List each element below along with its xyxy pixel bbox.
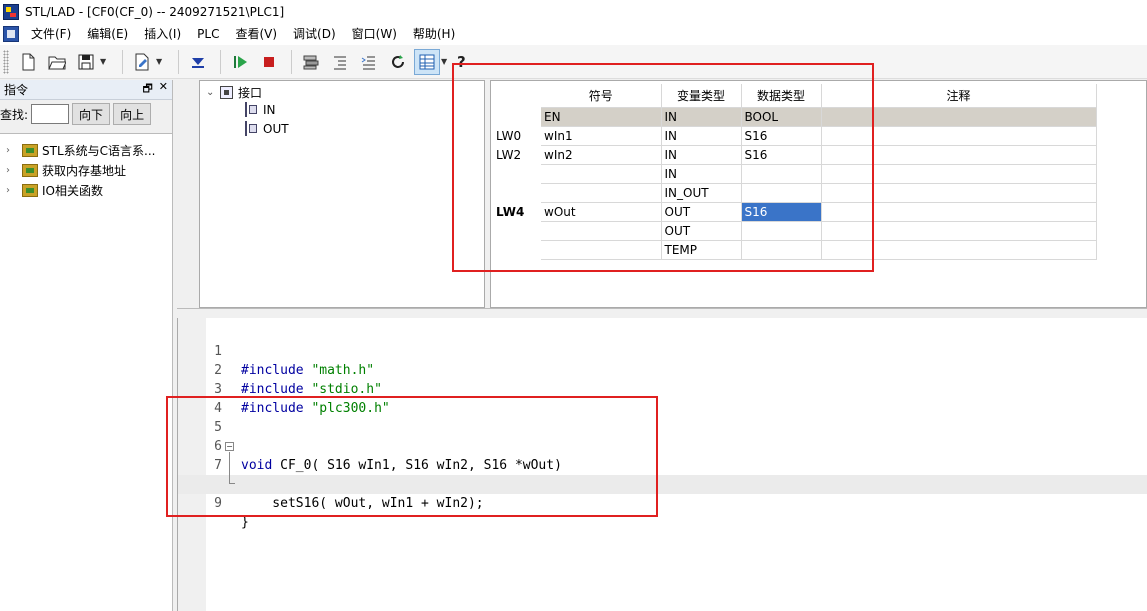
menu-edit[interactable]: 编辑(E) (79, 23, 136, 45)
new-file-button[interactable] (15, 49, 41, 75)
save-icon (78, 54, 94, 69)
outdent-button[interactable] (356, 49, 382, 75)
download-icon (192, 57, 204, 68)
close-icon[interactable]: ✕ (159, 80, 168, 99)
table-icon (419, 54, 435, 69)
format-code-icon (361, 56, 375, 69)
play-icon (234, 55, 247, 68)
chevron-down-icon[interactable]: ⌄ (206, 87, 220, 98)
interface-icon (220, 86, 233, 99)
menu-file[interactable]: 文件(F) (23, 23, 79, 45)
menu-plc[interactable]: PLC (189, 23, 227, 45)
menu-window[interactable]: 窗口(W) (344, 23, 405, 45)
annotation-box-interface (452, 63, 874, 272)
indent-button[interactable] (327, 49, 353, 75)
compile-button[interactable] (298, 49, 324, 75)
interface-out[interactable]: OUT (245, 121, 289, 136)
toolbar-grip[interactable] (3, 49, 9, 74)
toolbar-separator (122, 49, 123, 74)
indent-icon (334, 56, 346, 69)
toolbar-separator (291, 49, 292, 74)
panel-header-icons: 🗗 ✕ (142, 80, 168, 99)
chevron-right-icon[interactable]: › (6, 145, 18, 156)
folder-icon (22, 143, 38, 157)
window-title: STL/LAD - [CF0(CF_0) -- 2409271521\PLC1] (25, 4, 285, 19)
interface-table-button[interactable] (414, 48, 440, 75)
save-button[interactable] (73, 49, 99, 75)
menu-debug[interactable]: 调试(D) (285, 23, 344, 45)
save-dropdown-icon[interactable]: ▼ (100, 57, 110, 66)
chevron-right-icon[interactable]: › (6, 165, 18, 176)
folder-open-icon (48, 56, 66, 69)
menu-help[interactable]: 帮助(H) (405, 23, 463, 45)
search-input[interactable] (31, 104, 70, 124)
open-button[interactable] (44, 49, 70, 75)
tree-item-io-functions[interactable]: › IO相关函数 (0, 180, 172, 200)
run-button[interactable] (227, 49, 253, 75)
code-plain: } (241, 515, 249, 530)
interface-root[interactable]: ⌄ 接口 (206, 84, 262, 101)
tree-item-stl-c[interactable]: › STL系统与C语言系... (0, 140, 172, 160)
interface-in-label: IN (263, 102, 276, 117)
interface-in[interactable]: IN (245, 102, 276, 117)
tree-item-label: STL系统与C语言系... (42, 143, 156, 158)
stop-button[interactable] (256, 49, 282, 75)
search-label: 查找: (0, 107, 29, 122)
instruction-panel-header: 指令 🗗 ✕ (0, 80, 172, 100)
title-bar: STL/LAD - [CF0(CF_0) -- 2409271521\PLC1] (0, 0, 1147, 23)
properties-button[interactable] (129, 49, 155, 75)
interface-tree-panel: ⌄ 接口 IN OUT (199, 80, 485, 308)
document-edit-icon (135, 53, 149, 70)
code-line[interactable]: 2 #include "stdio.h" (178, 342, 1147, 397)
document-menu-icon[interactable] (3, 26, 19, 42)
new-file-icon (22, 53, 35, 70)
menu-bar: 文件(F) 编辑(E) 插入(I) PLC 查看(V) 调试(D) 窗口(W) … (0, 23, 1147, 45)
pin-icon[interactable]: 🗗 (142, 80, 152, 99)
annotation-box-code (166, 396, 658, 517)
instruction-panel: 指令 🗗 ✕ 查找: 向下 向上 › STL系统与C语言系... › 获取内存基… (0, 80, 173, 611)
menu-view[interactable]: 查看(V) (227, 23, 285, 45)
tree-item-memory-base[interactable]: › 获取内存基地址 (0, 160, 172, 180)
instruction-panel-title: 指令 (4, 83, 29, 97)
download-button[interactable] (185, 49, 211, 75)
properties-dropdown-icon[interactable]: ▼ (156, 57, 166, 66)
menu-insert[interactable]: 插入(I) (136, 23, 189, 45)
interface-out-label: OUT (263, 121, 289, 136)
stop-icon (264, 56, 274, 67)
layers-icon (303, 55, 319, 69)
output-variable-icon (245, 121, 257, 136)
tree-item-label: IO相关函数 (42, 183, 103, 198)
app-window: STL/LAD - [CF0(CF_0) -- 2409271521\PLC1]… (0, 0, 1147, 611)
app-icon (3, 3, 19, 20)
folder-icon (22, 183, 38, 197)
pane-splitter[interactable] (177, 308, 1147, 317)
toolbar-separator (178, 49, 179, 74)
refresh-button[interactable] (385, 49, 411, 75)
refresh-icon (392, 54, 404, 68)
table-dropdown-icon[interactable]: ▼ (441, 57, 451, 66)
code-line[interactable]: 3 #include "plc300.h" (178, 361, 1147, 416)
input-variable-icon (245, 102, 257, 117)
code-line[interactable]: 1 #include "math.h" (178, 323, 1147, 378)
folder-icon (22, 163, 38, 177)
toolbar-separator (220, 49, 221, 74)
instruction-search-bar: 查找: 向下 向上 (0, 100, 172, 128)
search-up-button[interactable]: 向上 (113, 103, 152, 125)
search-down-button[interactable]: 向下 (72, 103, 111, 125)
chevron-right-icon[interactable]: › (6, 185, 18, 196)
tree-item-label: 获取内存基地址 (42, 163, 127, 178)
interface-root-label: 接口 (238, 86, 263, 100)
